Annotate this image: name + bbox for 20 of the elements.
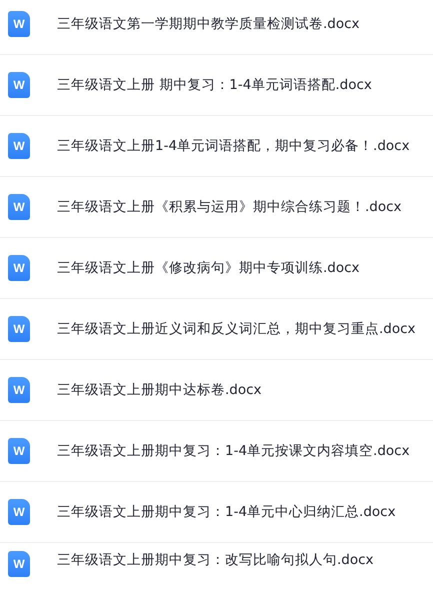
file-name-link[interactable]: 三年级语文上册期中复习：1-4单元按课文内容填空.docx xyxy=(57,442,410,460)
word-document-icon: W xyxy=(8,377,30,403)
word-document-icon: W xyxy=(8,551,30,577)
file-name-link[interactable]: 三年级语文上册《积累与运用》期中综合练习题！.docx xyxy=(57,198,402,216)
word-document-icon: W xyxy=(8,316,30,342)
file-name-link[interactable]: 三年级语文上册近义词和反义词汇总，期中复习重点.docx xyxy=(57,320,416,338)
file-name-link[interactable]: 三年级语文上册期中复习：1-4单元中心归纳汇总.docx xyxy=(57,503,396,521)
file-name-link[interactable]: 三年级语文上册《修改病句》期中专项训练.docx xyxy=(57,259,360,277)
word-document-icon: W xyxy=(8,133,30,159)
file-name-link[interactable]: 三年级语文上册 期中复习：1-4单元词语搭配.docx xyxy=(57,76,372,94)
word-document-icon: W xyxy=(8,11,30,37)
file-name-link[interactable]: 三年级语文第一学期期中教学质量检测试卷.docx xyxy=(57,15,360,33)
file-name-link[interactable]: 三年级语文上册1-4单元词语搭配，期中复习必备！.docx xyxy=(57,137,410,155)
word-document-icon: W xyxy=(8,72,30,98)
word-document-icon: W xyxy=(8,438,30,464)
file-name-link[interactable]: 三年级语文上册期中达标卷.docx xyxy=(57,381,262,399)
word-document-icon: W xyxy=(8,255,30,281)
word-document-icon: W xyxy=(8,194,30,220)
file-name-link[interactable]: 三年级语文上册期中复习：改写比喻句拟人句.docx xyxy=(57,551,374,569)
word-document-icon: W xyxy=(8,499,30,525)
